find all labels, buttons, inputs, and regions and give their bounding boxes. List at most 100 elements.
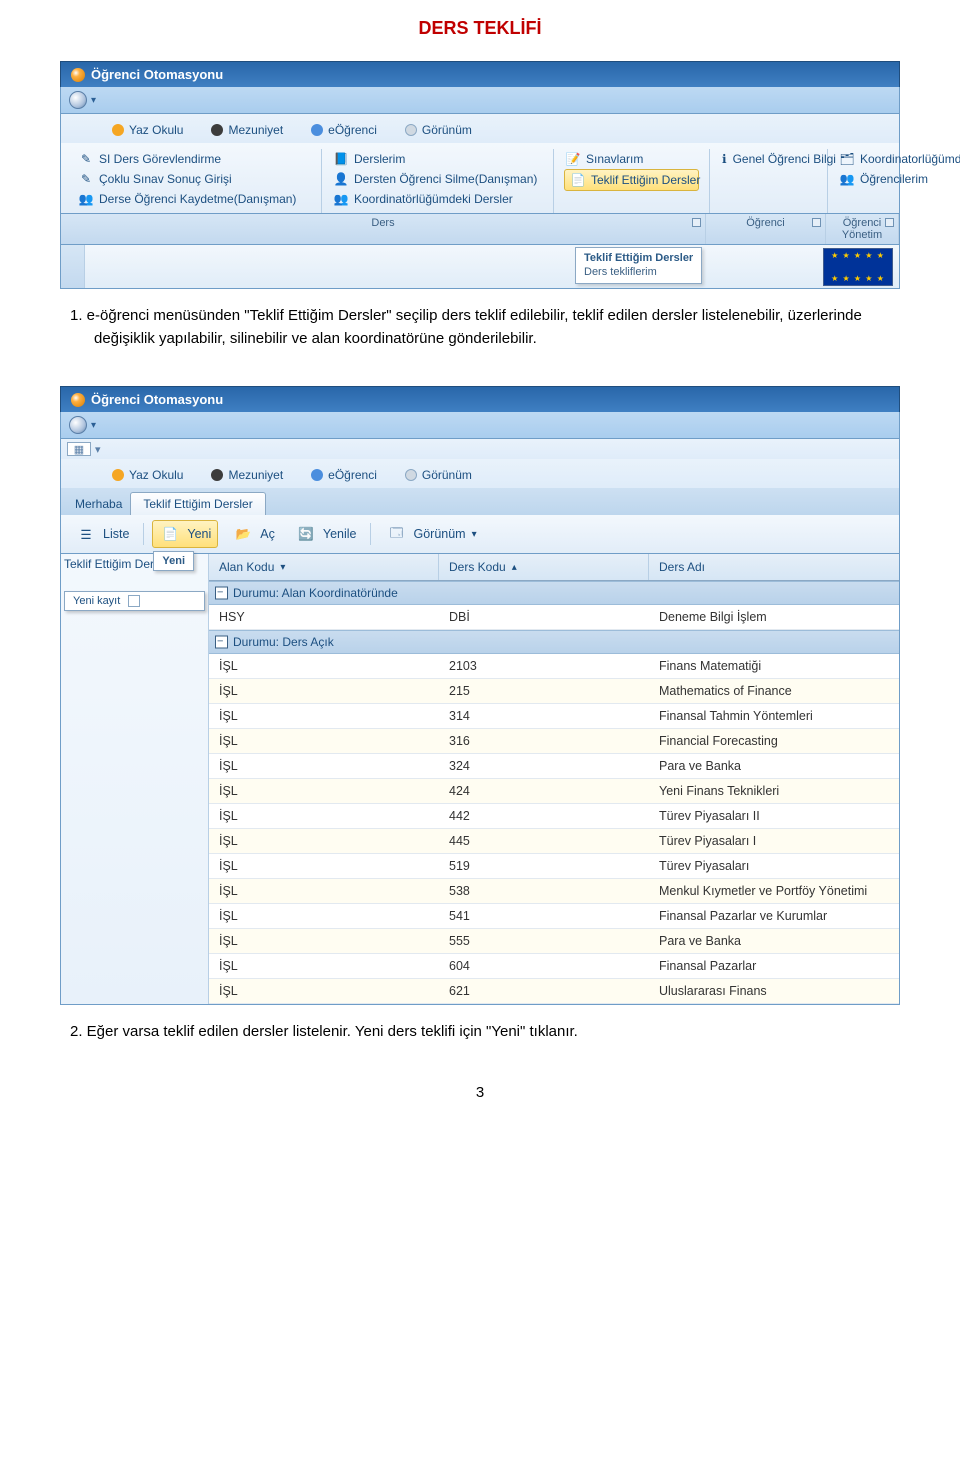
ribbon-item[interactable]: ✎SI Ders Görevlendirme [77, 149, 311, 169]
ribbon-group-ders-a: ✎SI Ders Görevlendirme ✎Çoklu Sınav Sonu… [67, 149, 322, 213]
app-menu-orb[interactable] [69, 416, 87, 434]
ribbon-item[interactable]: ℹGenel Öğrenci Bilgi [720, 149, 817, 169]
tab-gorunum[interactable]: Görünüm [398, 118, 483, 143]
chevron-down-icon[interactable]: ▾ [95, 443, 101, 456]
person-remove-icon: 👤 [334, 172, 348, 186]
sun-icon [112, 469, 124, 481]
person-icon [311, 124, 323, 136]
layout-picker[interactable]: ▦ [67, 442, 91, 456]
toolbar: ☰ Liste 📄 Yeni Yeni 📂 Aç 🔄 Yenile � [60, 515, 900, 554]
cell-kod: 541 [439, 904, 649, 928]
cell-kod: 442 [439, 804, 649, 828]
ac-button[interactable]: 📂 Aç [226, 521, 281, 547]
ribbon-item[interactable]: 👥Öğrencilerim [838, 169, 960, 189]
cell-alan: İŞL [209, 904, 439, 928]
table-row[interactable]: İŞL442Türev Piyasaları II [209, 804, 899, 829]
info-icon: ℹ [722, 152, 727, 166]
cell-kod: 215 [439, 679, 649, 703]
offer-icon: 📄 [571, 173, 585, 187]
cell-kod: 519 [439, 854, 649, 878]
group-row[interactable]: Durumu: Ders Açık [209, 630, 899, 654]
cell-adi: Finans Matematiği [649, 654, 899, 678]
tab-mezuniyet[interactable]: Mezuniyet [204, 118, 294, 143]
yenile-button[interactable]: 🔄 Yenile [289, 521, 363, 547]
active-document-tab[interactable]: Teklif Ettiğim Dersler [130, 492, 265, 515]
group-label: Öğrenci [706, 214, 826, 244]
table-row[interactable]: İŞL316Financial Forecasting [209, 729, 899, 754]
view-selector: ▦ ▾ [60, 439, 900, 459]
cell-alan: İŞL [209, 954, 439, 978]
grid-body: Durumu: Alan KoordinatöründeHSYDBİDeneme… [209, 581, 899, 1004]
cell-kod: 555 [439, 929, 649, 953]
dropdown-icon[interactable] [128, 595, 140, 607]
table-row[interactable]: İŞL621Uluslararası Finans [209, 979, 899, 1004]
table-row[interactable]: İŞL314Finansal Tahmin Yöntemleri [209, 704, 899, 729]
cell-alan: İŞL [209, 929, 439, 953]
cell-adi: Deneme Bilgi İşlem [649, 605, 899, 629]
ribbon-item[interactable]: 👤Dersten Öğrenci Silme(Danışman) [332, 169, 543, 189]
ribbon-item[interactable]: ✎Çoklu Sınav Sonuç Girişi [77, 169, 311, 189]
cell-alan: İŞL [209, 879, 439, 903]
ribbon-item[interactable]: 🗂Koordinatorlüğümdeki Program(lar) [838, 149, 960, 169]
tab-gorunum[interactable]: Görünüm [398, 463, 483, 488]
table-row[interactable]: İŞL445Türev Piyasaları I [209, 829, 899, 854]
cell-kod: 424 [439, 779, 649, 803]
refresh-icon: 🔄 [295, 523, 317, 545]
tab-eogrenci[interactable]: eÖğrenci [304, 463, 388, 488]
cell-kod: 316 [439, 729, 649, 753]
table-row[interactable]: İŞL2103Finans Matematiği [209, 654, 899, 679]
ribbon-item[interactable]: 📘Derslerim [332, 149, 543, 169]
tooltip: Teklif Ettiğim Dersler Ders tekliflerim [575, 247, 702, 284]
tab-yaz-okulu[interactable]: Yaz Okulu [105, 118, 194, 143]
table-row[interactable]: İŞL538Menkul Kıymetler ve Portföy Yöneti… [209, 879, 899, 904]
table-row[interactable]: İŞL555Para ve Banka [209, 929, 899, 954]
column-header-alan[interactable]: Alan Kodu ▾ [209, 554, 439, 580]
table-row[interactable]: İŞL324Para ve Banka [209, 754, 899, 779]
group-row[interactable]: Durumu: Alan Koordinatöründe [209, 581, 899, 605]
tooltip-title: Teklif Ettiğim Dersler [584, 251, 693, 265]
graduation-icon [211, 469, 223, 481]
chevron-down-icon: ▾ [472, 529, 477, 540]
gorunum-button[interactable]: 🗔 Görünüm ▾ [379, 521, 482, 547]
tab-label: Görünüm [422, 468, 472, 482]
tab-eogrenci[interactable]: eÖğrenci [304, 118, 388, 143]
table-row[interactable]: İŞL519Türev Piyasaları [209, 854, 899, 879]
separator [143, 523, 144, 545]
column-header-adi[interactable]: Ders Adı [649, 554, 899, 580]
people-icon: 👥 [334, 192, 348, 206]
liste-button[interactable]: ☰ Liste [69, 521, 135, 547]
table-row[interactable]: İŞL215Mathematics of Finance [209, 679, 899, 704]
tab-mezuniyet[interactable]: Mezuniyet [204, 463, 294, 488]
ribbon-item[interactable]: 📝Sınavlarım [564, 149, 699, 169]
column-header-ders[interactable]: Ders Kodu ▴ [439, 554, 649, 580]
dialog-launcher-icon[interactable] [885, 218, 894, 227]
cell-alan: İŞL [209, 704, 439, 728]
tab-label: Mezuniyet [228, 123, 283, 137]
table-row[interactable]: İŞL424Yeni Finans Teknikleri [209, 779, 899, 804]
ribbon-item-teklif-ettigim[interactable]: 📄 Teklif Ettiğim Dersler [564, 169, 699, 191]
ribbon-group-ders-b: 📘Derslerim 👤Dersten Öğrenci Silme(Danışm… [322, 149, 554, 213]
eu-flag-icon [823, 248, 893, 286]
table-row[interactable]: İŞL541Finansal Pazarlar ve Kurumlar [209, 904, 899, 929]
cell-alan: İŞL [209, 804, 439, 828]
cell-adi: Mathematics of Finance [649, 679, 899, 703]
app-menu-orb[interactable] [69, 91, 87, 109]
ribbon-tab-strip: Yaz Okulu Mezuniyet eÖğrenci Görünüm [60, 459, 900, 488]
app-orb-icon [71, 393, 85, 407]
people-icon: 👥 [79, 192, 93, 206]
ribbon-item[interactable]: 👥Koordinatörlüğümdeki Dersler [332, 189, 543, 209]
ribbon-item[interactable]: 👥Derse Öğrenci Kaydetme(Danışman) [77, 189, 311, 209]
dialog-launcher-icon[interactable] [692, 218, 701, 227]
window-title-bar: Öğrenci Otomasyonu [60, 386, 900, 412]
tab-yaz-okulu[interactable]: Yaz Okulu [105, 463, 194, 488]
dialog-launcher-icon[interactable] [812, 218, 821, 227]
table-row[interactable]: İŞL604Finansal Pazarlar [209, 954, 899, 979]
tab-label: Yaz Okulu [129, 123, 183, 137]
cell-adi: Türev Piyasaları I [649, 829, 899, 853]
qat-dropdown-icon[interactable]: ▾ [91, 420, 96, 431]
cell-alan: İŞL [209, 779, 439, 803]
yeni-button[interactable]: 📄 Yeni Yeni [152, 520, 218, 548]
qat-dropdown-icon[interactable]: ▾ [91, 95, 96, 106]
cell-kod: DBİ [439, 605, 649, 629]
table-row[interactable]: HSYDBİDeneme Bilgi İşlem [209, 605, 899, 630]
